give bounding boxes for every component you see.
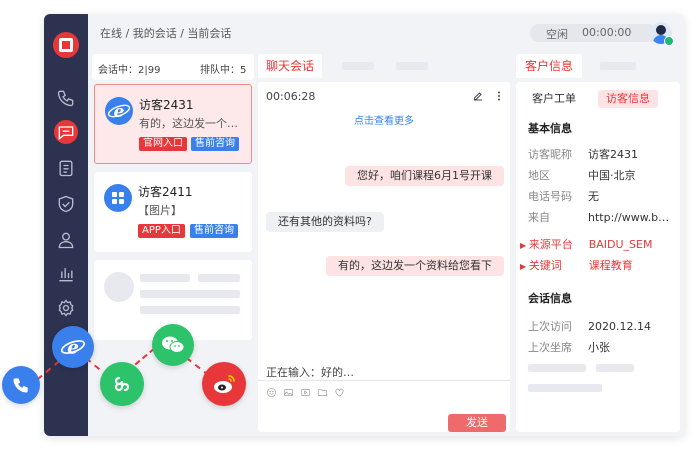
last-message: 有的，这边发一个… [139, 117, 238, 130]
video-icon[interactable] [300, 387, 311, 398]
message-bubble-agent: 您好，咱们课程6月1号开课 [345, 166, 504, 186]
source-tag: APP入口 [138, 224, 185, 238]
online-status-dot [664, 36, 674, 46]
weibo-icon[interactable] [202, 362, 246, 406]
tab-placeholder [342, 62, 374, 70]
chart-icon[interactable] [54, 262, 78, 286]
sidebar [44, 14, 88, 436]
breadcrumb: 在线 / 我的会话 / 当前会话 [100, 27, 232, 40]
info-row-last-visit: 上次访问 2020.12.14 [528, 320, 651, 333]
edit-icon[interactable] [472, 90, 484, 102]
subtab-visitor-info[interactable]: 访客信息 [598, 90, 658, 108]
source-tag: 官网入口 [139, 137, 187, 151]
settings-icon[interactable] [54, 296, 78, 320]
subtab-work-order[interactable]: 客户工单 [524, 90, 584, 108]
info-row-nickname: 访客昵称 访客2431 [528, 148, 638, 161]
message-bubble-visitor: 还有其他的资料吗? [266, 212, 384, 232]
session-card-active[interactable]: e 访客2431 有的，这边发一个… 官网入口 售前咨询 [94, 84, 252, 164]
visitor-name: 访客2411 [138, 185, 193, 199]
top-bar: 在线 / 我的会话 / 当前会话 空闲 00:00:00 [88, 14, 684, 52]
visitor-name: 访客2431 [139, 98, 194, 112]
emoji-icon[interactable] [266, 387, 277, 398]
status-text: 空闲 [546, 28, 568, 41]
image-icon[interactable] [283, 387, 294, 398]
tab-placeholder [396, 62, 428, 70]
ie-icon: e [105, 97, 133, 125]
info-row-from: 来自 http://www.b… [528, 211, 670, 224]
load-more-link[interactable]: 点击查看更多 [258, 112, 510, 127]
more-icon[interactable] [494, 90, 504, 102]
clipboard-icon[interactable] [54, 156, 78, 180]
input-divider [258, 380, 510, 381]
chat-body: 00:06:28 点击查看更多 您好，咱们课程6月1号开课 还有其他的资料吗? … [258, 82, 510, 432]
info-row-source-platform: ▶ 来源平台 BAIDU_SEM [520, 238, 653, 251]
ie-icon[interactable]: e [52, 326, 94, 368]
type-tag: 售前咨询 [190, 224, 238, 238]
info-row-last-agent: 上次坐席 小张 [528, 341, 610, 354]
tab-placeholder [600, 62, 636, 70]
basic-info-title: 基本信息 [528, 122, 572, 135]
tab-customer-info[interactable]: 客户信息 [516, 54, 582, 78]
power-icon[interactable] [683, 24, 684, 40]
send-button[interactable]: 发送 [448, 414, 506, 432]
last-message: 【图片】 [138, 204, 182, 217]
user-icon[interactable] [54, 228, 78, 252]
agent-status[interactable]: 空闲 00:00:00 [530, 24, 658, 42]
heart-icon[interactable] [334, 387, 345, 398]
wechat-icon[interactable] [152, 324, 194, 366]
session-counts: 会话中：2|99 排队中：5 [92, 54, 254, 80]
session-card[interactable]: 访客2411 【图片】 APP入口 售前咨询 [94, 172, 252, 252]
brand-logo [53, 32, 79, 58]
phone-icon[interactable] [54, 86, 78, 110]
customer-info-panel: 客户信息 客户工单 访客信息 基本信息 访客昵称 访客2431 地区 中国·北京 电… [516, 54, 680, 432]
info-row-region: 地区 中国·北京 [528, 169, 636, 182]
message-bubble-agent: 有的，这边发一个资料给您看下 [326, 256, 504, 276]
chat-panel: 聊天会话 00:06:28 点击查看更多 您好，咱们课程6月1号开课 还有其他的… [258, 54, 510, 432]
session-duration: 00:06:28 [266, 90, 316, 103]
session-info-title: 会话信息 [528, 292, 572, 305]
shield-icon[interactable] [54, 192, 78, 216]
typing-indicator: 正在输入：好的… [266, 366, 354, 379]
chat-tabs: 聊天会话 [258, 54, 510, 78]
input-toolbar [266, 387, 345, 398]
app-grid-icon [104, 184, 132, 212]
info-body: 客户工单 访客信息 基本信息 访客昵称 访客2431 地区 中国·北京 电话号码无 … [516, 82, 680, 432]
chat-icon[interactable] [54, 120, 78, 144]
tab-chat-session[interactable]: 聊天会话 [258, 54, 322, 78]
info-row-phone: 电话号码无 [528, 190, 599, 203]
queue-count: 排队中：5 [200, 65, 247, 76]
active-session-count: 会话中：2|99 [98, 65, 161, 76]
status-timer: 00:00:00 [582, 26, 632, 39]
type-tag: 售前咨询 [191, 137, 239, 151]
info-row-keyword: ▶ 关键词 课程教育 [520, 259, 633, 272]
folder-icon[interactable] [317, 387, 328, 398]
mini-program-icon[interactable] [100, 362, 144, 406]
phone-channel-icon[interactable] [2, 366, 40, 404]
